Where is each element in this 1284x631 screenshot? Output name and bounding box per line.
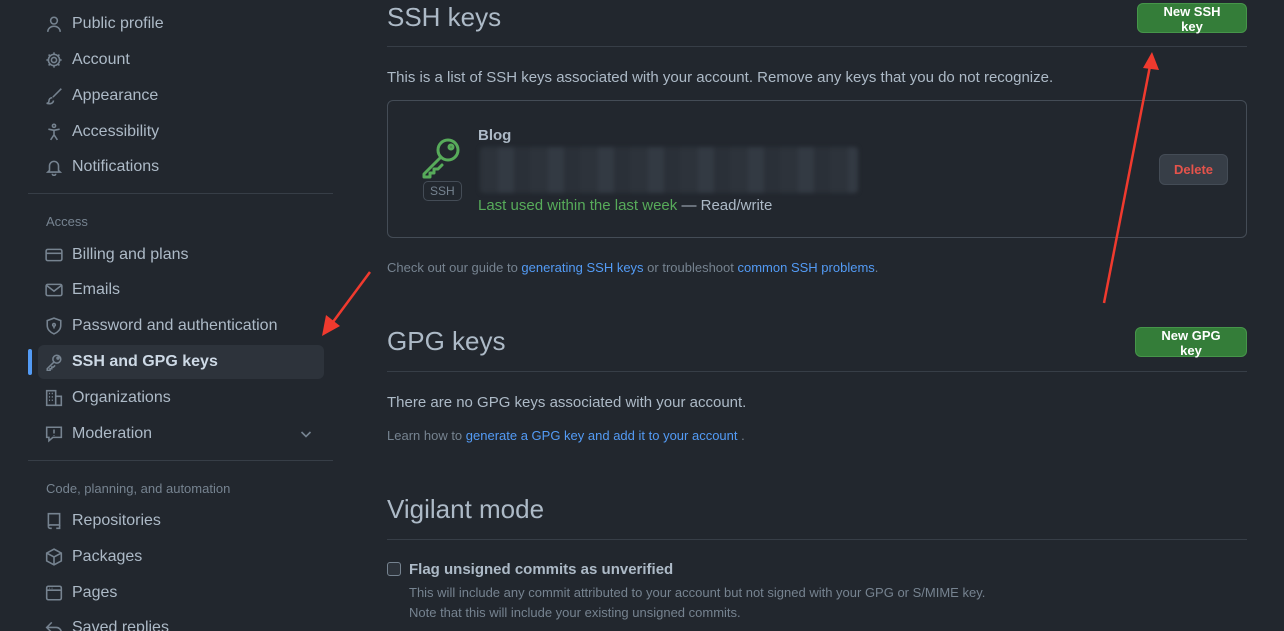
learn-prefix: Learn how to (387, 428, 466, 443)
sidebar-divider (28, 193, 333, 194)
sidebar-divider (28, 460, 333, 461)
sidebar-item-label: Billing and plans (72, 246, 189, 263)
flag-unsigned-label[interactable]: Flag unsigned commits as unverified (409, 561, 673, 578)
sidebar-item-packages[interactable]: Packages (38, 540, 324, 574)
ssh-keys-heading: SSH keys (387, 2, 502, 32)
gpg-empty-text: There are no GPG keys associated with yo… (387, 394, 747, 411)
access-level-text: — Read/write (677, 197, 773, 214)
sidebar-item-public-profile[interactable]: Public profile (38, 7, 324, 41)
ssh-description: This is a list of SSH keys associated wi… (387, 69, 1054, 86)
paintbrush-icon (45, 87, 63, 105)
credit-card-icon (45, 246, 63, 264)
vigilant-note-2: Note that this will include your existin… (409, 605, 741, 620)
accessibility-icon (45, 123, 63, 141)
sidebar-item-label: Emails (72, 281, 121, 298)
ssh-guide-text: Check out our guide to generating SSH ke… (387, 260, 878, 275)
sidebar-item-emails[interactable]: Emails (38, 273, 324, 307)
sidebar-item-moderation[interactable]: Moderation (38, 417, 324, 451)
learn-suffix: . (737, 428, 745, 443)
reply-icon (45, 619, 63, 631)
new-gpg-key-button[interactable]: New GPG key (1135, 327, 1247, 358)
sidebar-item-organizations[interactable]: Organizations (38, 381, 324, 415)
annotation-arrow-sidebar (322, 271, 372, 336)
sidebar-item-appearance[interactable]: Appearance (38, 79, 324, 113)
ssh-key-type-badge: SSH (423, 181, 462, 201)
ssh-key-status: Last used within the last week — Read/wr… (478, 197, 772, 214)
sidebar-item-label: Notifications (72, 158, 160, 175)
gear-icon (45, 51, 63, 69)
sidebar-item-password[interactable]: Password and authentication (38, 309, 324, 343)
redacted-fingerprint (480, 147, 858, 193)
gpg-learn-text: Learn how to generate a GPG key and add … (387, 428, 745, 443)
sidebar-item-label: Packages (72, 548, 143, 565)
active-indicator (28, 349, 32, 375)
sidebar-item-label: Moderation (72, 425, 153, 442)
section-divider (387, 371, 1247, 372)
vigilant-note-1: This will include any commit attributed … (409, 585, 986, 600)
sidebar-section-access: Access (46, 214, 88, 229)
ssh-key-title: Blog (478, 127, 512, 144)
bell-icon (45, 158, 63, 176)
guide-prefix: Check out our guide to (387, 260, 522, 275)
repo-icon (45, 512, 63, 530)
sidebar-item-label: Repositories (72, 512, 161, 529)
sidebar-item-pages[interactable]: Pages (38, 576, 324, 610)
sidebar-item-repositories[interactable]: Repositories (38, 504, 324, 538)
sidebar-item-label: Account (72, 51, 130, 68)
sidebar-section-code: Code, planning, and automation (46, 481, 231, 496)
organization-icon (45, 389, 63, 407)
key-icon (420, 135, 464, 179)
sidebar-item-label: Appearance (72, 87, 159, 104)
sidebar-item-billing[interactable]: Billing and plans (38, 238, 324, 272)
sidebar-item-label: SSH and GPG keys (72, 353, 218, 370)
guide-middle: or troubleshoot (643, 260, 738, 275)
sidebar-item-saved-replies[interactable]: Saved replies (38, 611, 324, 631)
sidebar-item-ssh-gpg-keys[interactable]: SSH and GPG keys (38, 345, 324, 379)
shield-lock-icon (45, 317, 63, 335)
vigilant-mode-heading: Vigilant mode (387, 494, 545, 524)
guide-suffix: . (874, 260, 879, 275)
sidebar-item-label: Accessibility (72, 123, 160, 140)
ssh-key-card: SSH Blog Last used within the last week … (387, 100, 1247, 238)
sidebar-item-label: Organizations (72, 389, 171, 406)
chevron-down-icon[interactable] (298, 426, 314, 442)
new-ssh-key-button[interactable]: New SSH key (1137, 3, 1247, 34)
sidebar-item-label: Password and authentication (72, 317, 278, 334)
sidebar-item-notifications[interactable]: Notifications (38, 150, 324, 184)
generate-gpg-key-link[interactable]: generate a GPG key and add it to your ac… (466, 428, 738, 443)
sidebar-item-label: Saved replies (72, 619, 169, 631)
section-divider (387, 46, 1247, 47)
sidebar-item-label: Public profile (72, 15, 164, 32)
last-used-text: Last used within the last week (478, 197, 678, 214)
person-icon (45, 15, 63, 33)
package-icon (45, 548, 63, 566)
sidebar-item-account[interactable]: Account (38, 43, 324, 77)
section-divider (387, 539, 1247, 540)
report-icon (45, 425, 63, 443)
key-icon (45, 353, 63, 371)
sidebar-item-accessibility[interactable]: Accessibility (38, 115, 324, 149)
generating-ssh-keys-link[interactable]: generating SSH keys (521, 260, 643, 275)
mail-icon (45, 281, 63, 299)
gpg-keys-heading: GPG keys (387, 326, 506, 356)
common-ssh-problems-link[interactable]: common SSH problems (738, 260, 875, 275)
sidebar-item-label: Pages (72, 584, 118, 601)
browser-icon (45, 584, 63, 602)
delete-ssh-key-button[interactable]: Delete (1159, 154, 1228, 185)
flag-unsigned-checkbox[interactable] (387, 562, 401, 576)
